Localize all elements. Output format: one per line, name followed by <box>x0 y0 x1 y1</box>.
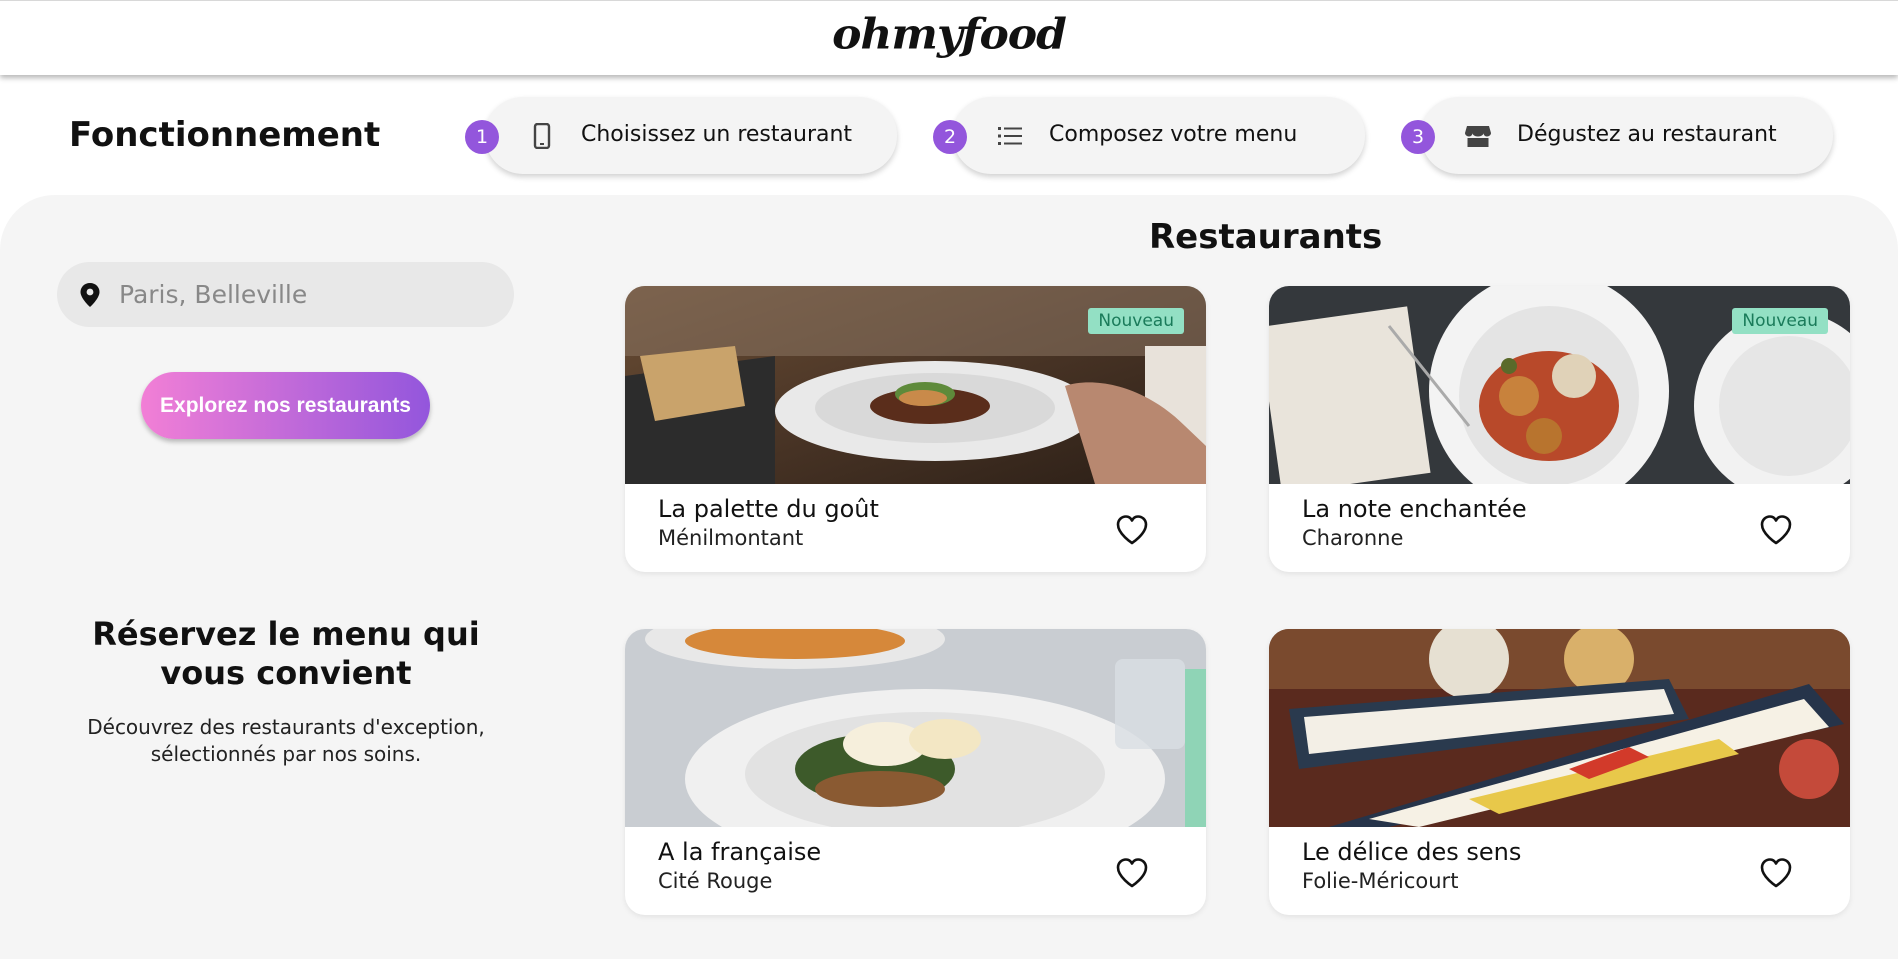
location-search-input[interactable] <box>119 272 489 317</box>
restaurant-name: A la française <box>658 838 822 866</box>
restaurant-name: La palette du goût <box>658 495 879 523</box>
restaurant-card[interactable]: Nouveau La palette du goût Ménilmontant <box>625 286 1206 572</box>
reserve-title: Réservez le menu qui vous convient <box>92 615 480 692</box>
restaurant-photo <box>1269 629 1850 827</box>
main-section: Explorez nos restaurants Réservez le men… <box>0 195 1898 959</box>
step-label: Dégustez au restaurant <box>1517 122 1777 147</box>
restaurant-area: Ménilmontant <box>658 526 804 550</box>
step-label: Composez votre menu <box>1049 122 1298 147</box>
restaurant-area: Charonne <box>1302 526 1404 550</box>
explore-restaurants-button[interactable]: Explorez nos restaurants <box>141 372 430 439</box>
location-search <box>57 262 514 327</box>
restaurant-card[interactable]: Nouveau La note enchantée Charonne <box>1269 286 1850 572</box>
new-badge: Nouveau <box>1732 308 1828 334</box>
restaurants-title: Restaurants <box>1149 217 1383 257</box>
restaurant-area: Folie-Méricourt <box>1302 869 1459 893</box>
step-label: Choisissez un restaurant <box>581 122 853 147</box>
how-it-works-section: Fonctionnement 1 Choisissez un restauran… <box>0 75 1898 195</box>
site-header: ohmyfood <box>0 0 1898 75</box>
heart-icon[interactable] <box>1759 857 1793 889</box>
restaurant-name: La note enchantée <box>1302 495 1527 523</box>
new-badge: Nouveau <box>1088 308 1184 334</box>
map-pin-icon <box>80 283 100 307</box>
store-icon <box>1465 123 1491 149</box>
step-enjoy-restaurant: 3 Dégustez au restaurant <box>1401 97 1833 174</box>
step-number: 1 <box>465 120 499 154</box>
step-number: 3 <box>1401 120 1435 154</box>
smartphone-icon <box>529 123 555 149</box>
step-compose-menu: 2 Composez votre menu <box>933 97 1365 174</box>
heart-icon[interactable] <box>1115 857 1149 889</box>
restaurant-card[interactable]: Le délice des sens Folie-Méricourt <box>1269 629 1850 915</box>
heart-icon[interactable] <box>1759 514 1793 546</box>
site-logo[interactable]: ohmyfood <box>832 10 1067 58</box>
heart-icon[interactable] <box>1115 514 1149 546</box>
list-icon <box>997 123 1023 149</box>
restaurant-name: Le délice des sens <box>1302 838 1522 866</box>
step-choose-restaurant: 1 Choisissez un restaurant <box>465 97 897 174</box>
restaurant-card[interactable]: A la française Cité Rouge <box>625 629 1206 915</box>
restaurant-area: Cité Rouge <box>658 869 773 893</box>
restaurant-photo <box>625 629 1206 827</box>
how-it-works-title: Fonctionnement <box>69 115 381 155</box>
reserve-description: Découvrez des restaurants d'exception, s… <box>87 715 485 766</box>
step-number: 2 <box>933 120 967 154</box>
